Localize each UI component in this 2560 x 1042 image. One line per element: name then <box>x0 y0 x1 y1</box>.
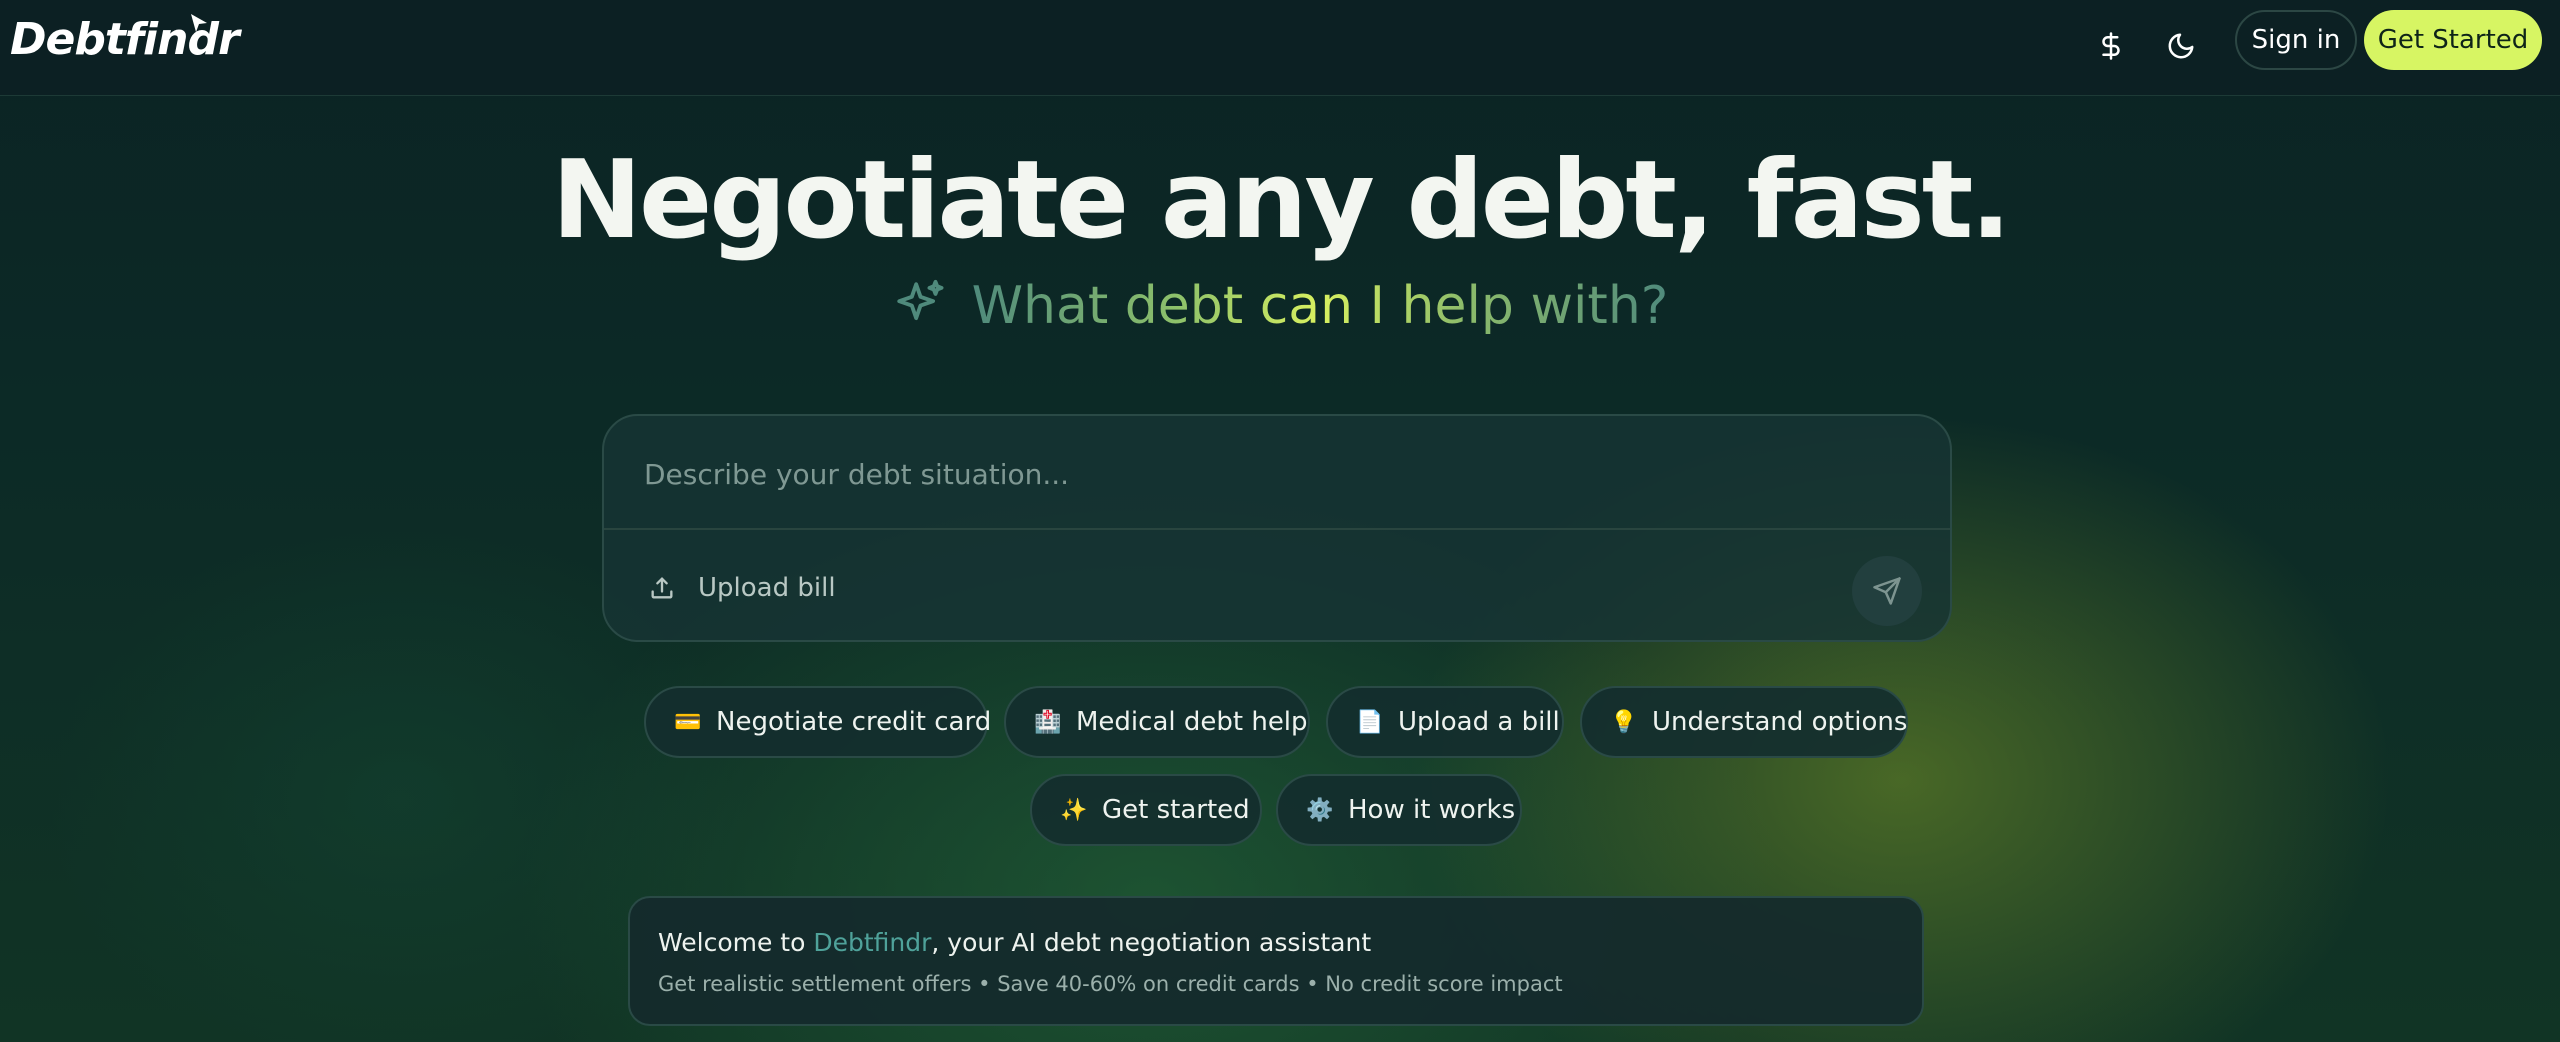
send-button[interactable] <box>1852 556 1922 626</box>
suggestion-how-it-works[interactable]: ⚙️ How it works <box>1276 774 1522 846</box>
dollar-icon[interactable] <box>2085 20 2137 72</box>
sign-in-button[interactable]: Sign in <box>2235 10 2357 70</box>
suggestion-upload-a-bill[interactable]: 📄 Upload a bill <box>1326 686 1564 758</box>
sparkles-icon: ✨ <box>1060 797 1088 823</box>
lightbulb-icon: 💡 <box>1610 709 1638 735</box>
send-icon <box>1873 577 1901 605</box>
top-nav: Debtfindr Sign in Get Started <box>0 0 2560 96</box>
suggestion-label: Upload a bill <box>1398 707 1560 737</box>
logo-arrow-icon <box>191 14 207 32</box>
suggestion-understand-options[interactable]: 💡 Understand options <box>1580 686 1908 758</box>
debt-composer: Upload bill <box>602 414 1952 642</box>
suggestion-negotiate-credit-card[interactable]: 💳 Negotiate credit card <box>644 686 992 758</box>
suggestion-medical-debt-help[interactable]: 🏥 Medical debt help <box>1004 686 1310 758</box>
hero-subtitle-text: What debt can I help with? <box>971 276 1669 336</box>
suggestion-label: Medical debt help <box>1076 707 1308 737</box>
suggestion-get-started[interactable]: ✨ Get started <box>1030 774 1262 846</box>
hospital-icon: 🏥 <box>1034 709 1062 735</box>
debt-description-input[interactable] <box>644 446 1844 502</box>
welcome-message: Welcome to Debtfindr, your AI debt negot… <box>628 896 1924 1026</box>
suggestion-label: Get started <box>1102 795 1250 825</box>
upload-bill-label: Upload bill <box>698 573 836 603</box>
composer-input-area <box>604 416 1950 530</box>
welcome-prefix: Welcome to <box>658 928 814 957</box>
welcome-suffix: , your AI debt negotiation assistant <box>931 928 1372 957</box>
credit-card-icon: 💳 <box>674 709 702 735</box>
upload-bill-button[interactable]: Upload bill <box>648 566 836 610</box>
welcome-details: Get realistic settlement offers • Save 4… <box>658 972 1563 996</box>
get-started-button[interactable]: Get Started <box>2364 10 2542 70</box>
welcome-brand: Debtfindr <box>813 928 932 957</box>
document-icon: 📄 <box>1356 709 1384 735</box>
hero-subtitle: What debt can I help with? <box>0 276 2560 336</box>
hero-title: Negotiate any debt, fast. <box>551 138 2012 263</box>
gear-icon: ⚙️ <box>1306 797 1334 823</box>
welcome-heading: Welcome to Debtfindr, your AI debt negot… <box>658 928 1371 957</box>
suggestion-label: How it works <box>1348 795 1516 825</box>
suggestion-label: Understand options <box>1652 707 1908 737</box>
sparkle-icon <box>896 279 944 321</box>
moon-icon[interactable] <box>2155 20 2207 72</box>
suggestion-label: Negotiate credit card <box>716 707 992 737</box>
upload-icon <box>651 577 673 599</box>
